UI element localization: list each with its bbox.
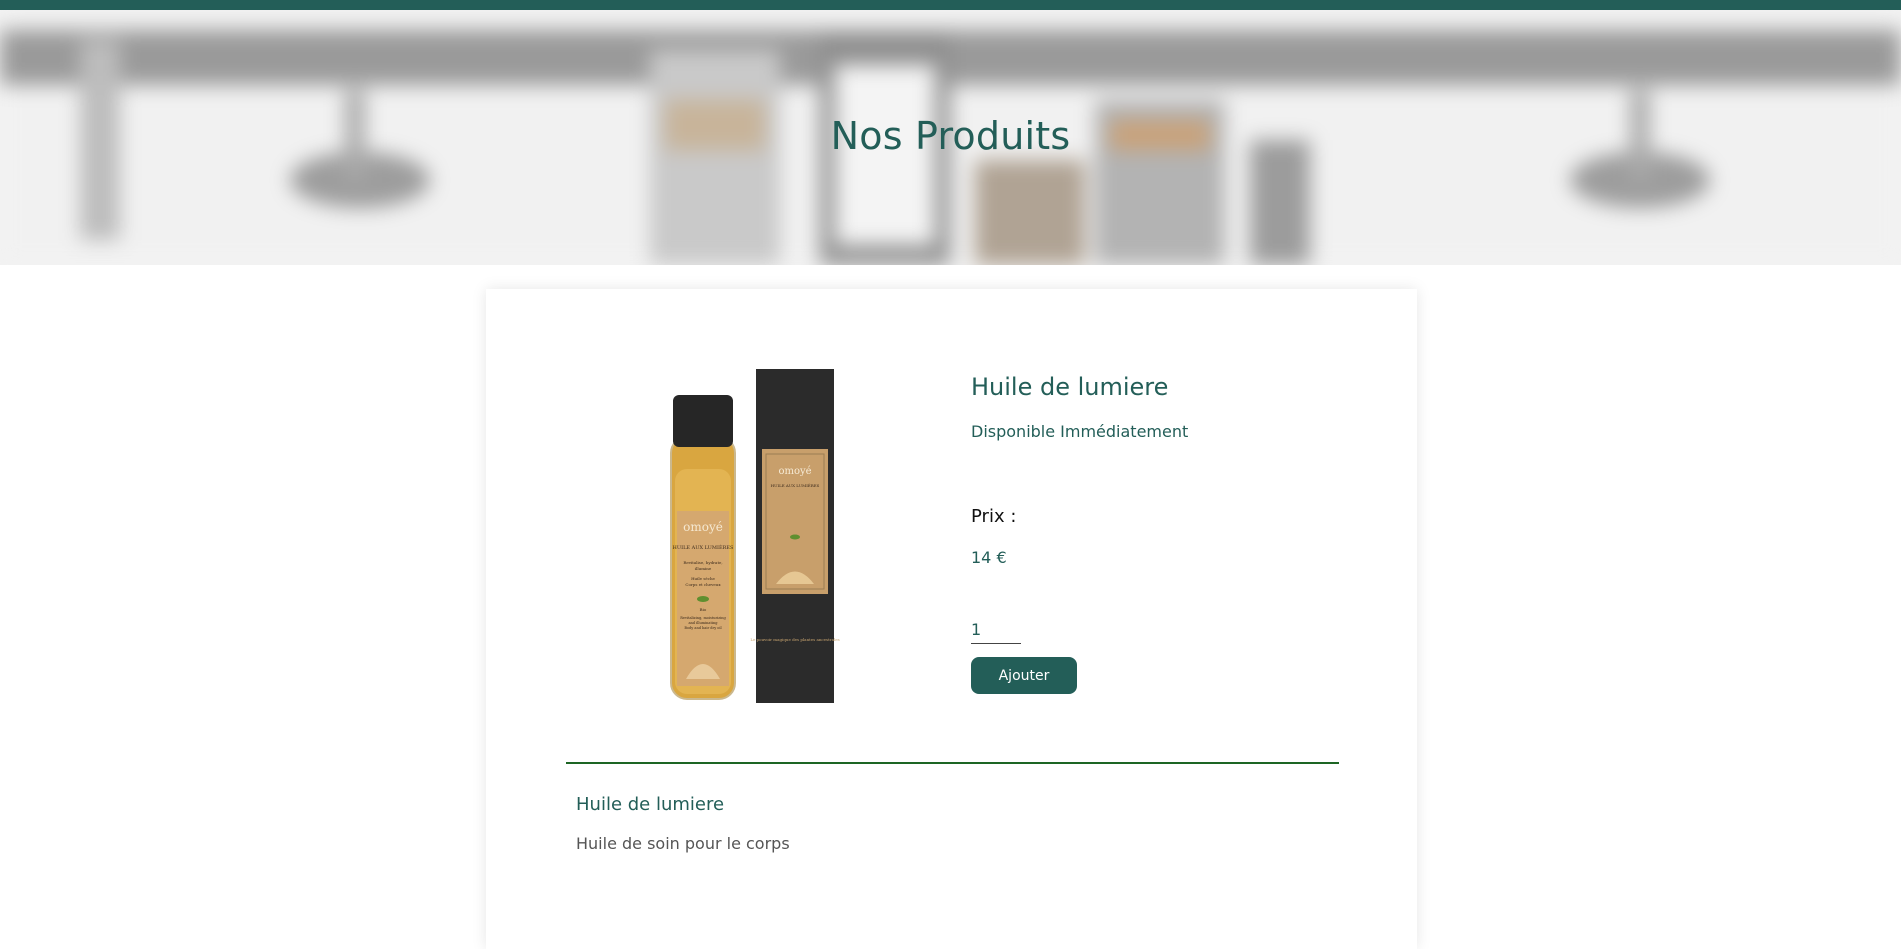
description-text: Huile de soin pour le corps <box>576 834 790 853</box>
product-title: Huile de lumiere <box>971 373 1169 401</box>
page-title: Nos Produits <box>830 114 1071 158</box>
bottle-line-7: and illuminating <box>688 621 718 625</box>
hero-banner: Nos Produits <box>0 10 1901 265</box>
bottle-name-text: HUILE AUX LUMIÈRES <box>673 543 735 551</box>
bottle-line-5: Bio <box>700 607 707 612</box>
quantity-input[interactable] <box>971 615 1021 644</box>
price-value: 14 € <box>971 548 1007 567</box>
bottle-illustration: omoyé HUILE AUX LUMIÈRES Revitalise, hyd… <box>670 395 736 700</box>
box-tagline-text: Le pouvoir magique des plantes ancestral… <box>750 637 839 642</box>
leaf-icon <box>697 596 709 602</box>
add-to-cart-button[interactable]: Ajouter <box>971 657 1077 694</box>
description-title: Huile de lumiere <box>576 794 725 815</box>
box-name-text: HUILE AUX LUMIÈRES <box>771 483 820 488</box>
bottle-line-1: Revitalise, hydrate, <box>683 560 722 565</box>
bottle-brand-text: omoyé <box>683 520 723 534</box>
section-divider <box>566 762 1339 764</box>
bottle-line-3: Huile sèche <box>691 576 715 581</box>
product-image: omoyé HUILE AUX LUMIÈRES Revitalise, hyd… <box>576 359 916 704</box>
top-accent-bar <box>0 0 1901 10</box>
product-card: omoyé HUILE AUX LUMIÈRES Revitalise, hyd… <box>486 289 1417 949</box>
bottle-line-4: Corps et cheveux <box>685 582 721 587</box>
bottle-line-6: Revitalizing, moisturizing <box>680 616 726 620</box>
box-brand-text: omoyé <box>778 466 811 477</box>
box-illustration: omoyé HUILE AUX LUMIÈRES Le pouvoir magi… <box>750 369 840 703</box>
bottle-line-8: Body and hair dry oil <box>684 626 722 630</box>
availability-status: Disponible Immédiatement <box>971 422 1189 441</box>
bottle-line-2: illumine <box>695 566 712 571</box>
price-label: Prix : <box>971 506 1017 527</box>
